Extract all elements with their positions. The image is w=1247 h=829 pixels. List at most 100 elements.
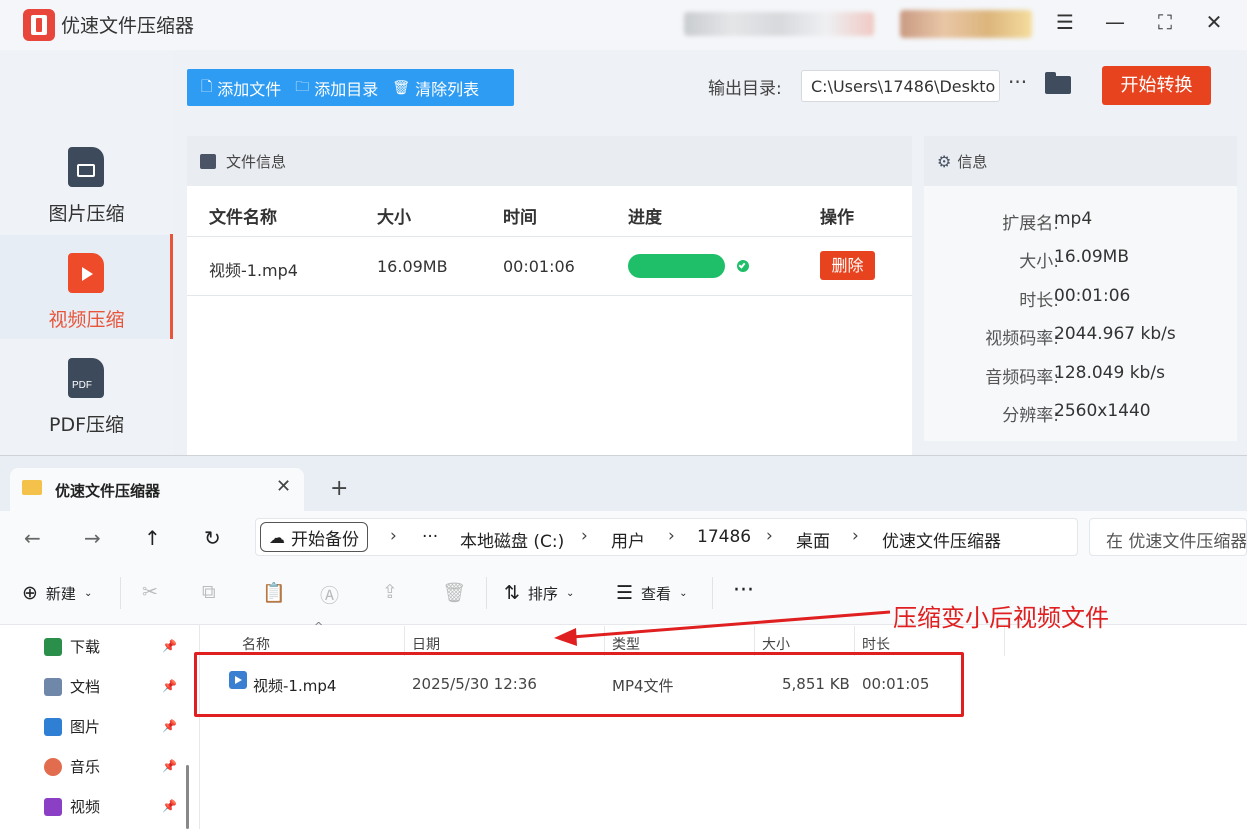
clear-list-button[interactable]: 🗑 清除列表 xyxy=(386,69,487,106)
search-input[interactable]: 在 优速文件压缩器 xyxy=(1089,518,1247,556)
document-icon xyxy=(44,677,62,696)
annotation-arrow xyxy=(554,610,891,646)
add-folder-button[interactable]: 🗀 添加目录 xyxy=(289,69,386,106)
file-size-cell: 16.09MB xyxy=(377,257,448,276)
pictures-icon xyxy=(44,717,62,736)
column-header-action[interactable]: 操作 xyxy=(820,203,854,228)
column-header-size[interactable]: 大小 xyxy=(377,203,411,228)
info-value-audio-bitrate: 128.049 kb/s xyxy=(1054,363,1165,383)
image-icon xyxy=(200,153,216,169)
nav-item-label: 下载 xyxy=(70,638,101,656)
divider xyxy=(486,577,487,609)
minimize-icon[interactable]: — xyxy=(1100,12,1130,32)
menu-icon[interactable]: ☰ xyxy=(1050,12,1080,32)
new-tab-button[interactable]: + xyxy=(330,476,348,501)
image-file-icon xyxy=(68,147,104,187)
new-button[interactable]: ⊕ 新建 ⌄ xyxy=(22,582,92,604)
video-file-icon xyxy=(68,253,104,293)
nav-scrollbar[interactable] xyxy=(186,765,189,829)
file-toolbar: 🗋 添加文件 🗀 添加目录 🗑 清除列表 xyxy=(187,69,514,106)
new-label: 新建 xyxy=(45,584,76,603)
rename-icon[interactable]: Ⓐ xyxy=(320,581,339,608)
column-header-progress[interactable]: 进度 xyxy=(628,203,662,228)
breadcrumb-current[interactable]: 优速文件压缩器 xyxy=(882,527,1001,552)
copy-icon[interactable]: ⧉ xyxy=(202,581,216,603)
nav-item-documents[interactable]: 文档 xyxy=(44,676,100,697)
maximize-icon[interactable]: ⛶ xyxy=(1150,12,1180,32)
chevron-right-icon: › xyxy=(390,526,397,546)
pin-icon[interactable]: 📌 xyxy=(162,799,177,813)
file-name-cell: 视频-1.mp4 xyxy=(209,261,298,280)
sidebar-item-label: 视频压缩 xyxy=(48,309,125,331)
videos-icon xyxy=(44,797,62,816)
breadcrumb-desktop[interactable]: 桌面 xyxy=(796,527,830,552)
chevron-down-icon: ⌄ xyxy=(679,587,688,599)
pdf-icon-text: PDF xyxy=(72,380,92,391)
sort-icon: ⇅ xyxy=(504,582,520,604)
paste-icon[interactable]: 📋 xyxy=(262,581,286,604)
pin-icon[interactable]: 📌 xyxy=(162,679,177,693)
share-icon[interactable]: ⇪ xyxy=(382,581,398,603)
column-header-name[interactable]: 文件名称 xyxy=(209,203,277,228)
sidebar-item-pdf-compress[interactable]: PDF PDF压缩 xyxy=(0,340,173,440)
pin-icon[interactable]: 📌 xyxy=(162,719,177,733)
add-folder-label: 添加目录 xyxy=(314,79,379,99)
download-icon xyxy=(44,637,62,656)
info-panel-title: 信息 xyxy=(957,152,988,171)
cut-icon[interactable]: ✂ xyxy=(142,581,158,603)
delete-icon[interactable]: 🗑 xyxy=(442,581,466,604)
nav-item-label: 文档 xyxy=(70,678,101,696)
cloud-sync-icon: ☁ xyxy=(269,527,285,547)
output-dir-input[interactable]: C:\Users\17486\Deskto xyxy=(801,70,1000,102)
more-commands-button[interactable]: ··· xyxy=(733,578,754,603)
breadcrumb-more[interactable]: ··· xyxy=(422,527,438,547)
nav-item-music[interactable]: 音乐 xyxy=(44,756,100,777)
start-backup-button[interactable]: ☁ 开始备份 xyxy=(260,522,368,552)
trash-icon: 🗑 xyxy=(392,79,411,96)
sidebar-item-video-compress[interactable]: 视频压缩 xyxy=(0,235,173,339)
breadcrumb-users[interactable]: 用户 xyxy=(611,527,645,552)
info-panel-header: ⚙ 信息 xyxy=(924,136,1237,186)
pin-icon[interactable]: 📌 xyxy=(162,759,177,773)
more-options-button[interactable]: ··· xyxy=(1008,70,1032,94)
explorer-tab[interactable]: 优速文件压缩器 ✕ xyxy=(10,468,304,511)
up-arrow-icon[interactable]: ↑ xyxy=(144,526,161,550)
blurred-avatar[interactable] xyxy=(900,10,1032,38)
open-folder-icon[interactable] xyxy=(1045,72,1071,94)
nav-item-downloads[interactable]: 下载 xyxy=(44,636,100,657)
start-convert-button[interactable]: 开始转换 xyxy=(1102,66,1211,105)
chevron-right-icon: › xyxy=(668,526,675,546)
info-key-extension: 扩展名: xyxy=(1002,214,1059,234)
address-bar[interactable]: ☁ 开始备份 › ··· 本地磁盘 (C:) › 用户 › 17486 › 桌面… xyxy=(255,518,1078,556)
view-label: 查看 xyxy=(641,584,672,603)
info-value-video-bitrate: 2044.967 kb/s xyxy=(1054,324,1176,344)
app-title: 优速文件压缩器 xyxy=(61,15,195,37)
file-panel-header: 文件信息 xyxy=(187,136,912,186)
delete-button[interactable]: 删除 xyxy=(820,251,875,280)
forward-arrow-icon[interactable]: → xyxy=(84,526,101,550)
nav-item-pictures[interactable]: 图片 xyxy=(44,716,100,737)
add-file-button[interactable]: 🗋 添加文件 xyxy=(187,69,289,106)
view-button[interactable]: ☰ 查看 ⌄ xyxy=(616,582,687,604)
pin-icon[interactable]: 📌 xyxy=(162,639,177,653)
breadcrumb-local-disk[interactable]: 本地磁盘 (C:) xyxy=(460,527,564,552)
refresh-icon[interactable]: ↻ xyxy=(204,526,221,550)
nav-item-videos[interactable]: 视频 xyxy=(44,796,100,817)
column-header-date[interactable]: 日期 xyxy=(412,634,440,654)
clear-list-label: 清除列表 xyxy=(415,79,480,99)
back-arrow-icon[interactable]: ← xyxy=(24,526,41,550)
app-titlebar: 优速文件压缩器 ☰ — ⛶ ✕ xyxy=(0,0,1247,50)
sidebar-item-label: PDF压缩 xyxy=(48,414,125,436)
close-tab-icon[interactable]: ✕ xyxy=(276,476,291,497)
annotation-text: 压缩变小后视频文件 xyxy=(893,604,1109,632)
folder-icon xyxy=(22,480,42,495)
sidebar-item-image-compress[interactable]: 图片压缩 xyxy=(0,130,173,230)
chevron-down-icon: ⌄ xyxy=(83,587,93,599)
column-header-name[interactable]: 名称 xyxy=(242,634,270,654)
file-panel-title: 文件信息 xyxy=(226,152,287,171)
breadcrumb-user[interactable]: 17486 xyxy=(697,527,751,547)
column-header-time[interactable]: 时间 xyxy=(503,203,537,228)
sort-button[interactable]: ⇅ 排序 ⌄ xyxy=(504,582,574,604)
sort-ascending-icon: ^ xyxy=(314,620,324,633)
close-icon[interactable]: ✕ xyxy=(1199,12,1229,32)
